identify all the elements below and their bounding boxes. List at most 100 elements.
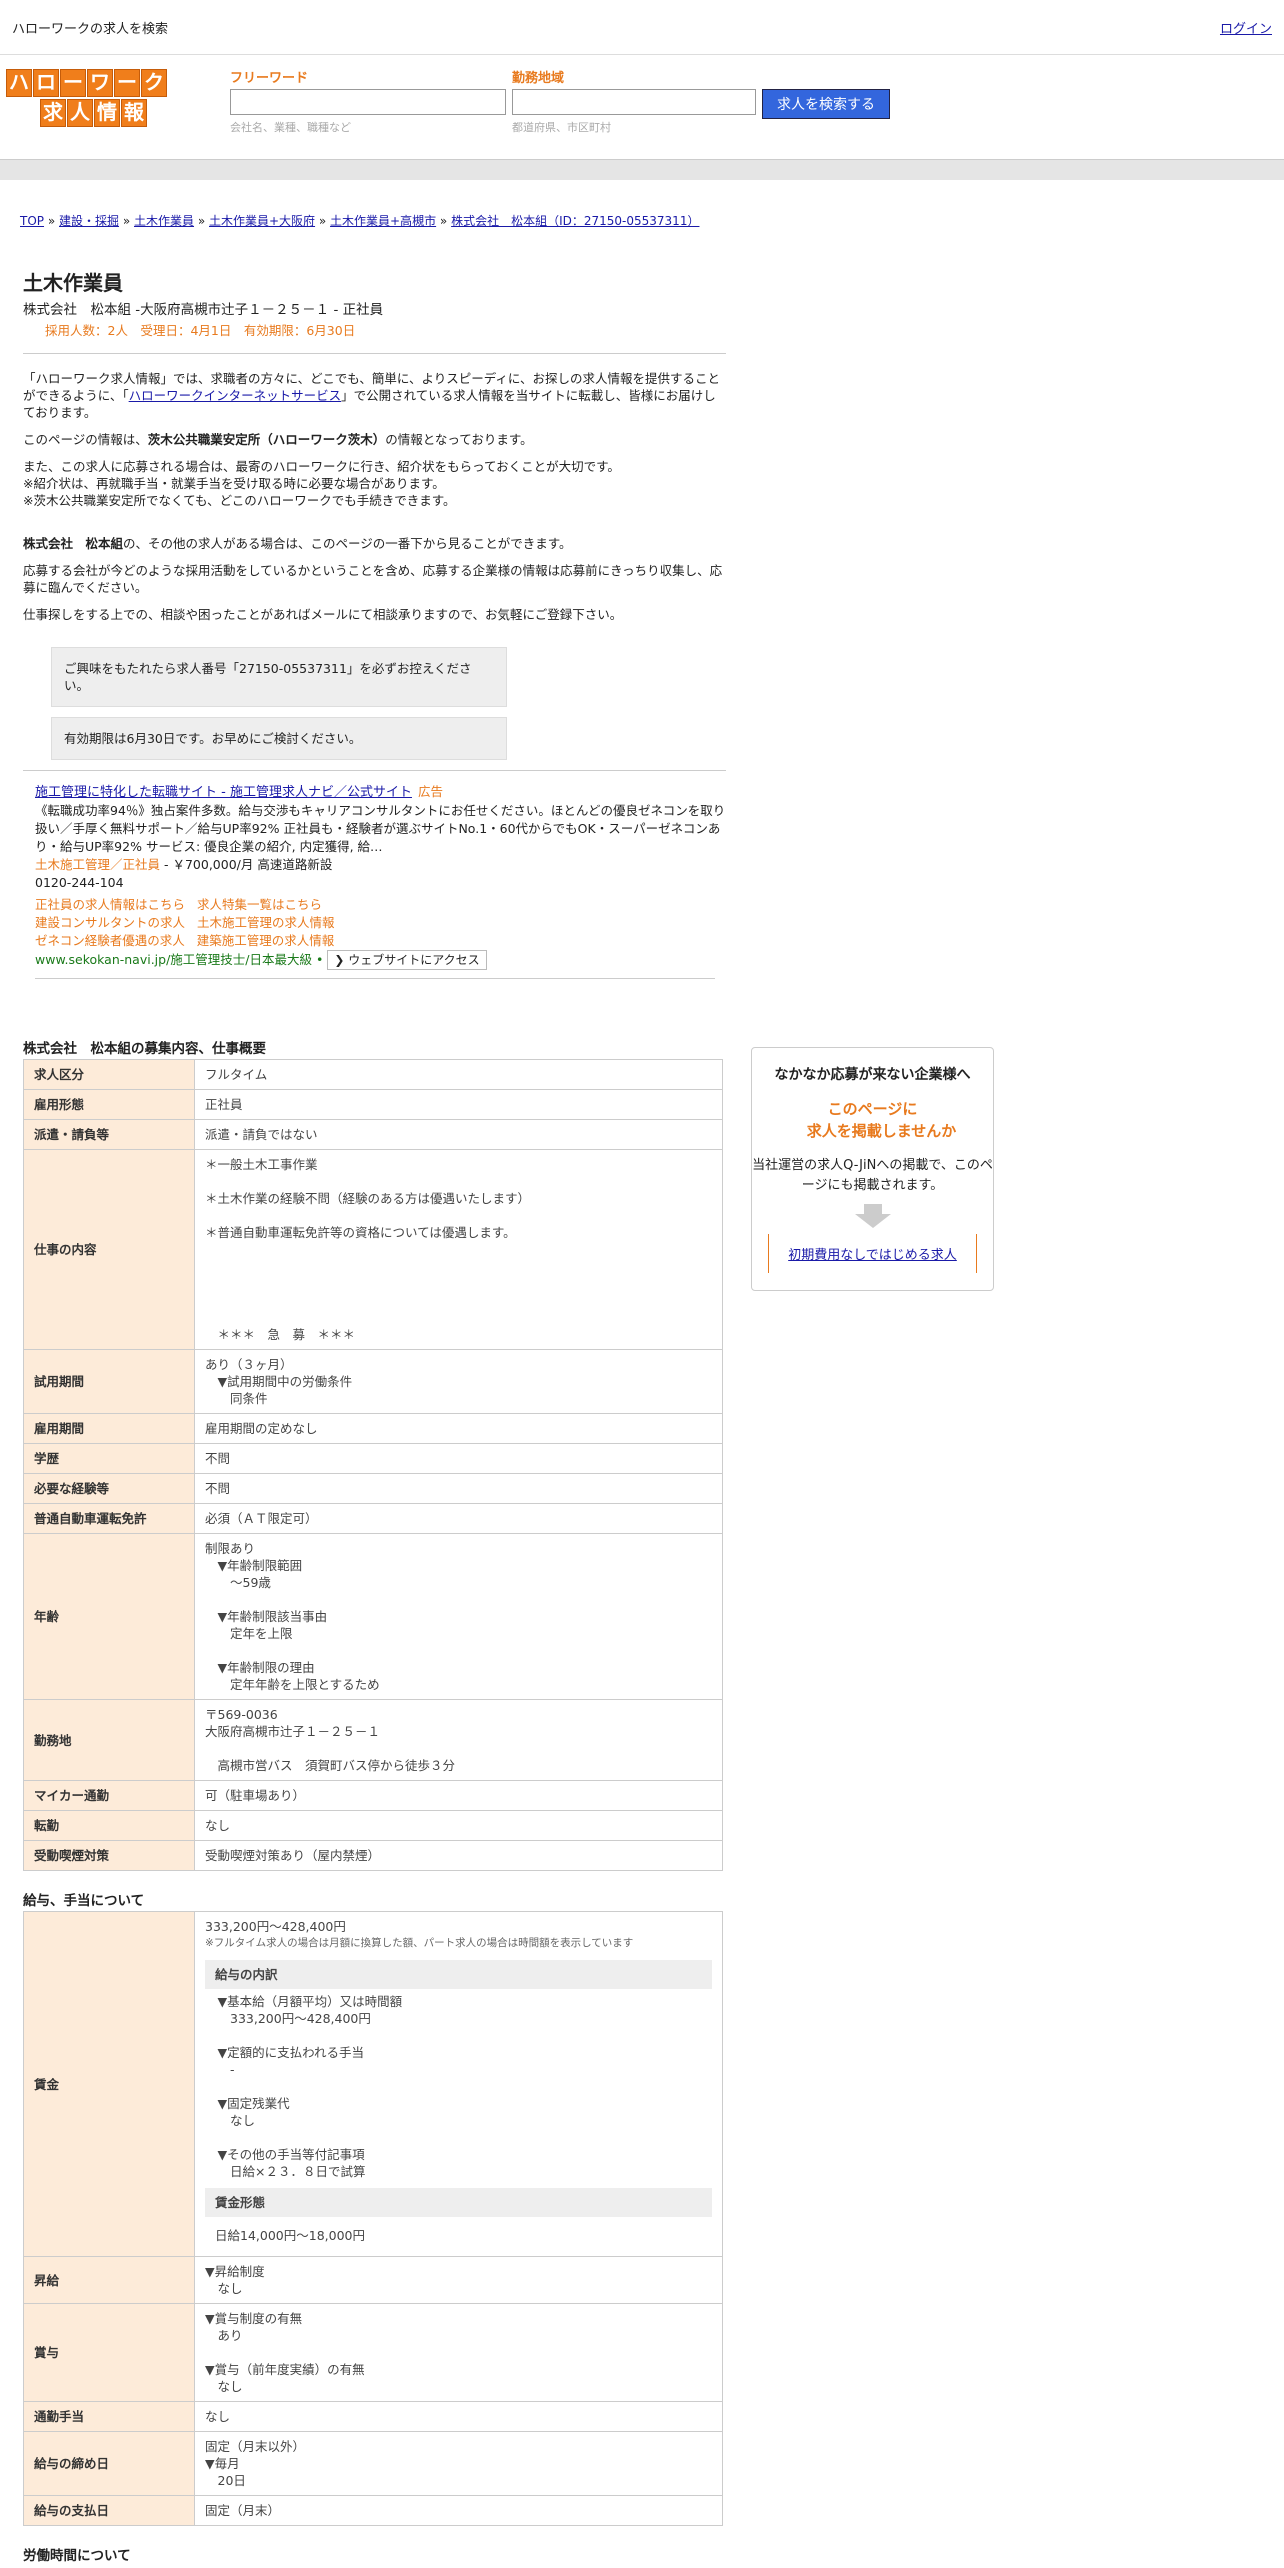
ad-sitelink[interactable]: 土木施工管理の求人情報 — [197, 915, 335, 930]
ad-title-link[interactable]: 施工管理に特化した転職サイト - 施工管理求人ナビ／公式サイト — [35, 785, 412, 800]
row-value: 〒569-0036 大阪府高槻市辻子１－２５－１ 高槻市営バス 須賀町バス停から… — [194, 1699, 723, 1781]
divider — [23, 353, 726, 354]
row-key: 求人区分 — [23, 1059, 195, 1090]
ad-phone[interactable]: 0120-244-104 — [35, 874, 735, 892]
advertise-box: なかなか応募が来ない企業様へ このページに 求人を掲載しませんか 当社運営の求人Q… — [751, 1047, 994, 1291]
row-key: 学歴 — [23, 1443, 195, 1474]
table-row: 受動喫煙対策 受動喫煙対策あり（屋内禁煙） — [23, 1840, 723, 1871]
ad-sitelinks-row: 正社員の求人情報はこちら 求人特集一覧はこちら — [35, 896, 735, 914]
hellowork-logo[interactable]: ハローワーク 求人情報 — [6, 69, 182, 127]
research-note: 応募する会社が今どのような採用活動をしているかということを含め、応募する企業様の… — [23, 563, 723, 595]
divider — [35, 978, 715, 979]
breadcrumb-link[interactable]: 土木作業員+大阪府 — [209, 214, 315, 228]
row-key: 昇給 — [23, 2256, 195, 2304]
freeword-input[interactable] — [230, 89, 506, 115]
table-row: 派遣・請負等 派遣・請負ではない — [23, 1119, 723, 1150]
row-key: 賞与 — [23, 2303, 195, 2402]
row-value: 固定（月末以外） ▼毎月 20日 — [194, 2431, 723, 2496]
breadcrumb-separator: » — [194, 214, 209, 228]
table-row: 年齢 制限あり ▼年齢制限範囲 〜59歳 ▼年齢制限該当事由 定年を上限 ▼年齢制… — [23, 1533, 723, 1700]
job-meta: 採用人数：2人 受理日：4月1日 有効期限：6月30日 — [45, 323, 356, 338]
breadcrumb-link[interactable]: 土木作業員+高槻市 — [330, 214, 436, 228]
advertise-heading: なかなか応募が来ない企業様へ — [774, 1067, 971, 1083]
row-value: 可（駐車場あり） — [194, 1780, 723, 1811]
area-input[interactable] — [512, 89, 756, 115]
row-value: あり（３ヶ月） ▼試用期間中の労働条件 同条件 — [194, 1349, 723, 1414]
logo-char: 報 — [121, 99, 147, 127]
advertise-link[interactable]: 初期費用なしではじめる求人 — [788, 1248, 957, 1263]
ad-sitelink[interactable]: 求人特集一覧はこちら — [197, 897, 322, 912]
table-row: 賞与 ▼賞与制度の有無 あり ▼賞与（前年度実績）の有無 なし — [23, 2303, 723, 2402]
row-key: 派遣・請負等 — [23, 1119, 195, 1150]
row-value: 不問 — [194, 1473, 723, 1504]
divider-band — [0, 159, 1284, 180]
site-title: ハローワークの求人を検索 — [12, 21, 169, 37]
ad-url[interactable]: www.sekokan-navi.jp/施工管理技士/日本最大級 — [35, 952, 312, 967]
section-title: 給与、手当について — [23, 1893, 145, 1909]
freeword-label: フリーワード — [230, 71, 309, 86]
freeword-hint: 会社名、業種、職種など — [230, 121, 351, 134]
row-value: 必須（ＡＴ限定可） — [194, 1503, 723, 1534]
ad-sitelink[interactable]: ゼネコン経験者優遇の求人 — [35, 933, 185, 948]
breadcrumb-link[interactable]: 土木作業員 — [134, 214, 194, 228]
breadcrumb: TOP » 建設・採掘 » 土木作業員 » 土木作業員+大阪府 » 土木作業員+… — [0, 212, 1284, 229]
logo-char: 求 — [40, 99, 66, 127]
advertise-link-box: 初期費用なしではじめる求人 — [768, 1234, 977, 1273]
row-value: 333,200円〜428,400円 ※フルタイム求人の場合は月額に換算した額、パ… — [194, 1911, 723, 2257]
table-row: 仕事の内容 ＊一般土木工事作業 ＊土木作業の経験不問（経験のある方は優遇いたします… — [23, 1149, 723, 1350]
hellowork-internet-link[interactable]: ハローワークインターネットサービス — [129, 388, 342, 403]
row-key: 雇用形態 — [23, 1089, 195, 1120]
row-key: 仕事の内容 — [23, 1149, 195, 1350]
row-value: 固定（月末） — [194, 2495, 723, 2526]
breakdown-heading: 給与の内訳 — [205, 1960, 712, 1989]
breadcrumb-separator: » — [436, 214, 452, 228]
table-row: 勤務地 〒569-0036 大阪府高槻市辻子１－２５－１ 高槻市営バス 須賀町バス… — [23, 1699, 723, 1781]
row-key: 雇用期間 — [23, 1413, 195, 1444]
row-value: ＊一般土木工事作業 ＊土木作業の経験不問（経験のある方は優遇いたします） ＊普通… — [194, 1149, 723, 1350]
area-label: 勤務地域 — [512, 71, 565, 86]
ad-tag: 広告 — [417, 784, 443, 799]
ad-job-link[interactable]: 土木施工管理／正社員 — [35, 857, 160, 872]
table-row: 普通自動車運転免許 必須（ＡＴ限定可） — [23, 1503, 723, 1534]
job-title: 土木作業員 — [23, 271, 123, 295]
breadcrumb-separator: » — [315, 214, 331, 228]
wage-range: 333,200円〜428,400円 — [205, 1919, 346, 1934]
logo-char: 人 — [67, 99, 93, 127]
row-key: 給与の支払日 — [23, 2495, 195, 2526]
area-hint: 都道府県、市区町村 — [512, 121, 611, 134]
row-key: 通勤手当 — [23, 2401, 195, 2432]
ad-sitelink[interactable]: 建築施工管理の求人情報 — [197, 933, 335, 948]
ad-block: 施工管理に特化した転職サイト - 施工管理求人ナビ／公式サイト 広告 《転職成功率… — [35, 783, 735, 970]
ad-sitelink[interactable]: 正社員の求人情報はこちら — [35, 897, 185, 912]
wage-form-value: 日給14,000円〜18,000円 — [215, 2228, 365, 2243]
ad-sitelink[interactable]: 建設コンサルタントの求人 — [35, 915, 185, 930]
search-button[interactable]: 求人を検索する — [762, 89, 890, 119]
table-row: 給与の締め日 固定（月末以外） ▼毎月 20日 — [23, 2431, 723, 2496]
breakdown-text: ▼基本給（月額平均）又は時間額 333,200円〜428,400円 ▼定額的に支… — [217, 1994, 403, 2179]
top-bar: ハローワークの求人を検索 ログイン — [0, 0, 1284, 55]
row-key: 転勤 — [23, 1810, 195, 1841]
row-key: 賃金 — [23, 1911, 195, 2257]
area-field: 勤務地域 都道府県、市区町村 — [512, 67, 756, 135]
section-title: 株式会社 松本組の募集内容、仕事概要 — [23, 1041, 266, 1057]
main-content: 土木作業員 株式会社 松本組 -大阪府高槻市辻子１－２５－１ - 正社員 採用人… — [0, 267, 746, 2564]
intro-paragraph: 「ハローワーク求人情報」では、求職者の方々に、どこでも、簡単に、よりスピーディに… — [23, 371, 721, 420]
table-row: 求人区分 フルタイム — [23, 1059, 723, 1090]
row-value: フルタイム — [194, 1059, 723, 1090]
wage-note: ※フルタイム求人の場合は月額に換算した額、パート求人の場合は時間額を表示していま… — [205, 1937, 634, 1949]
visit-website-button[interactable]: ❯ ウェブサイトにアクセス — [327, 950, 487, 970]
breadcrumb-link[interactable]: 株式会社 松本組（ID：27150-05537311） — [451, 214, 699, 228]
search-header: ハローワーク 求人情報 フリーワード 会社名、業種、職種など 勤務地域 都道府県… — [0, 55, 1284, 159]
wage-table: 賃金 333,200円〜428,400円 ※フルタイム求人の場合は月額に換算した… — [23, 1911, 723, 2526]
row-value: なし — [194, 2401, 723, 2432]
row-key: 勤務地 — [23, 1699, 195, 1781]
job-info-table: 求人区分 フルタイム 雇用形態 正社員 派遣・請負等 派遣・請負ではない 仕事の内容 ＊一般土… — [23, 1059, 723, 1871]
table-row: 賃金 333,200円〜428,400円 ※フルタイム求人の場合は月額に換算した… — [23, 1911, 723, 2257]
office-note: ※茨木公共職業安定所でなくても、どこのハローワークでも手続きできます。 — [23, 493, 456, 508]
section-title: 労働時間について — [23, 2548, 131, 2564]
logo-char: ハ — [6, 69, 32, 97]
breadcrumb-link[interactable]: 建設・採掘 — [59, 214, 119, 228]
row-key: 試用期間 — [23, 1349, 195, 1414]
login-link[interactable]: ログイン — [1220, 18, 1272, 37]
breadcrumb-link[interactable]: TOP — [20, 214, 44, 228]
